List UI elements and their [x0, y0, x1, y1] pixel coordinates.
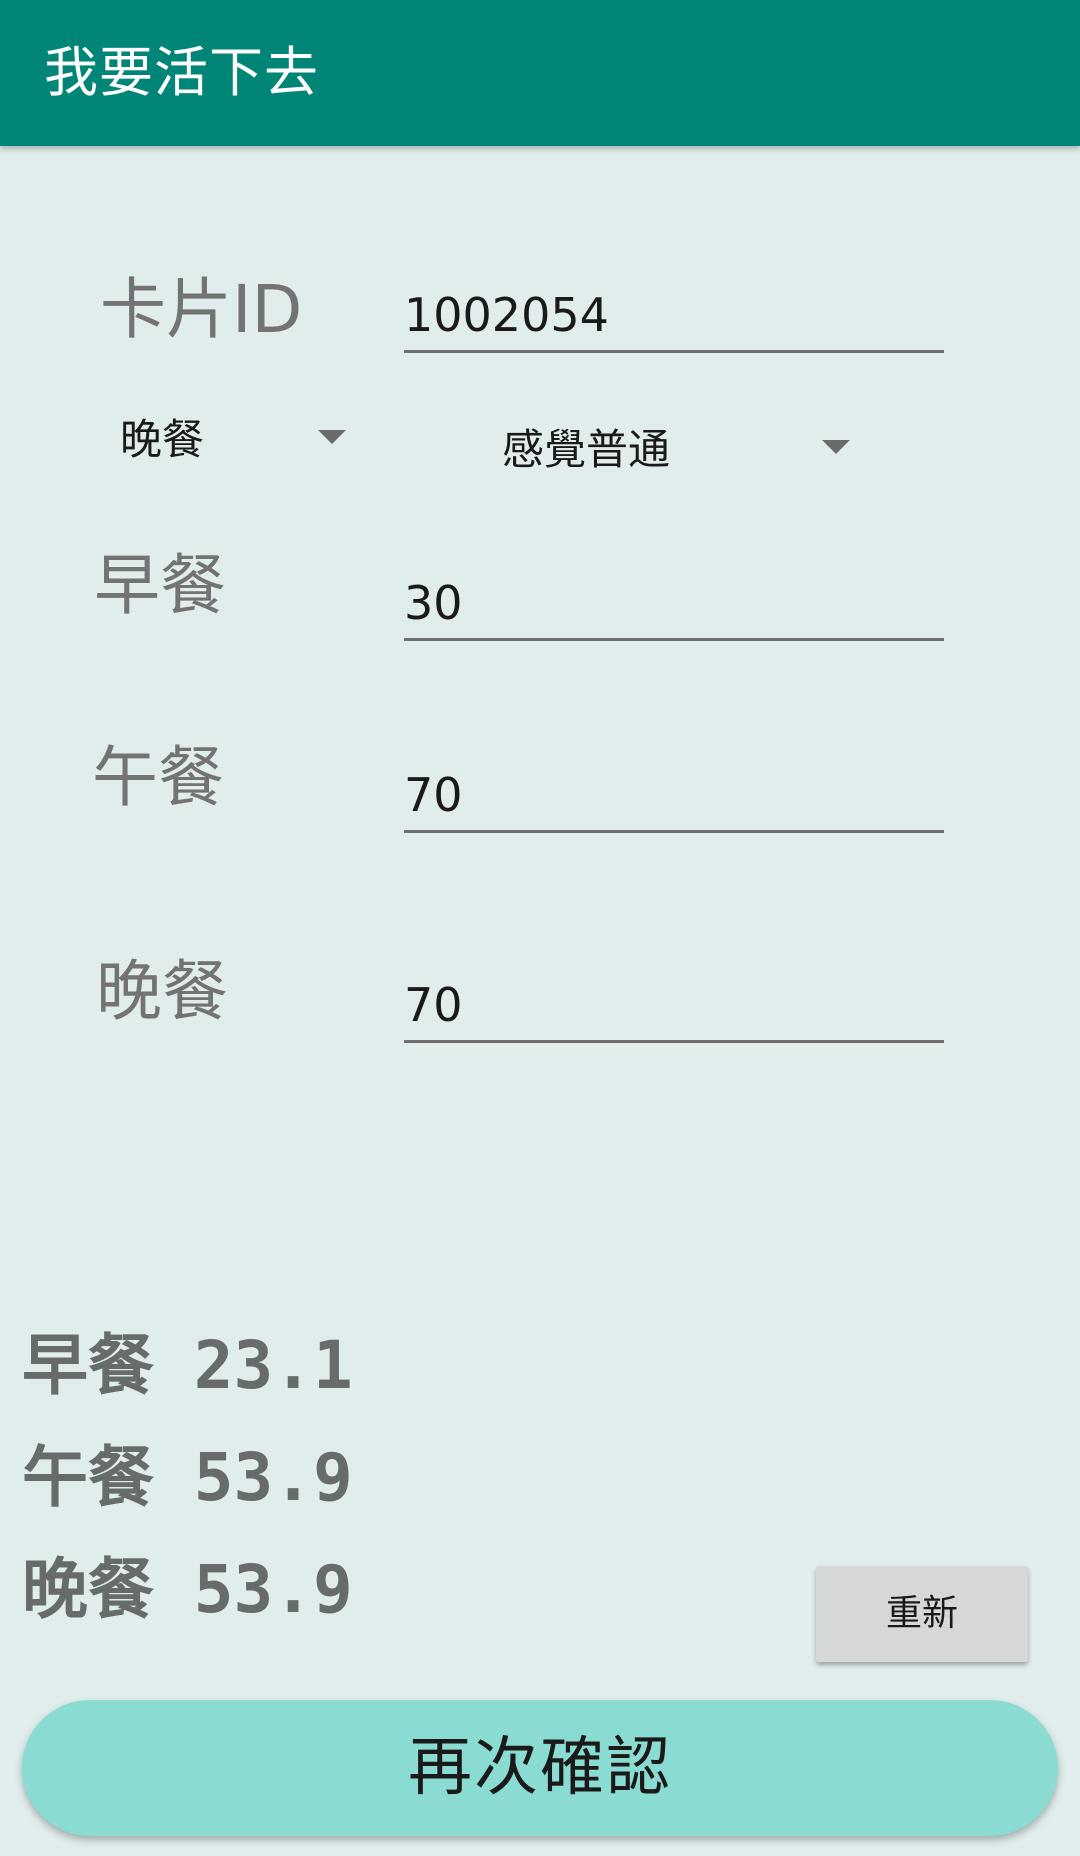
- breakfast-field-container: [404, 554, 944, 641]
- app-title: 我要活下去: [44, 41, 319, 104]
- card-id-label: 卡片ID: [100, 271, 303, 348]
- app-bar: 我要活下去: [0, 0, 1080, 146]
- feeling-spinner[interactable]: 感覺普通: [486, 408, 866, 498]
- confirm-button[interactable]: 再次確認: [22, 1700, 1058, 1836]
- breakfast-input[interactable]: [404, 576, 944, 630]
- dinner-label: 晚餐: [96, 953, 228, 1030]
- lunch-field-container: [404, 746, 944, 833]
- result-breakfast-label: 早餐: [22, 1327, 154, 1404]
- chevron-down-icon: [822, 440, 850, 454]
- feeling-spinner-value: 感覺普通: [502, 425, 671, 474]
- dinner-input[interactable]: [404, 978, 944, 1032]
- breakfast-label: 早餐: [94, 547, 226, 624]
- result-dinner-label: 晚餐: [22, 1551, 154, 1628]
- result-lunch-label: 午餐: [22, 1439, 154, 1516]
- meal-spinner-value: 晚餐: [120, 415, 205, 464]
- dinner-field-container: [404, 956, 944, 1043]
- lunch-label: 午餐: [92, 739, 224, 816]
- result-lunch-value: 53.9: [193, 1439, 353, 1516]
- result-breakfast-value: 23.1: [193, 1327, 353, 1404]
- chevron-down-icon: [318, 430, 346, 444]
- result-dinner: 晚餐 53.9: [22, 1550, 353, 1630]
- meal-spinner[interactable]: 晚餐: [104, 398, 364, 488]
- result-lunch: 午餐 53.9: [22, 1438, 353, 1518]
- reset-button[interactable]: 重新: [816, 1566, 1028, 1662]
- card-id-field-container: [404, 266, 944, 353]
- card-id-input[interactable]: [404, 288, 944, 342]
- result-breakfast: 早餐 23.1: [22, 1326, 353, 1406]
- result-dinner-value: 53.9: [193, 1551, 353, 1628]
- lunch-input[interactable]: [404, 768, 944, 822]
